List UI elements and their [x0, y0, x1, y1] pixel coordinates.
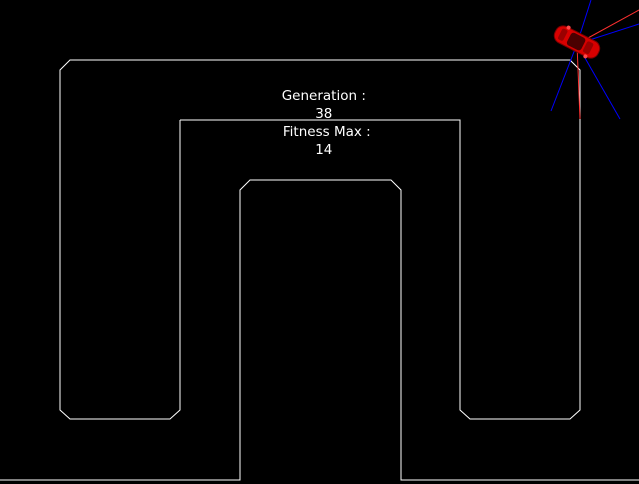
game-canvas	[0, 0, 639, 484]
background	[0, 0, 639, 484]
